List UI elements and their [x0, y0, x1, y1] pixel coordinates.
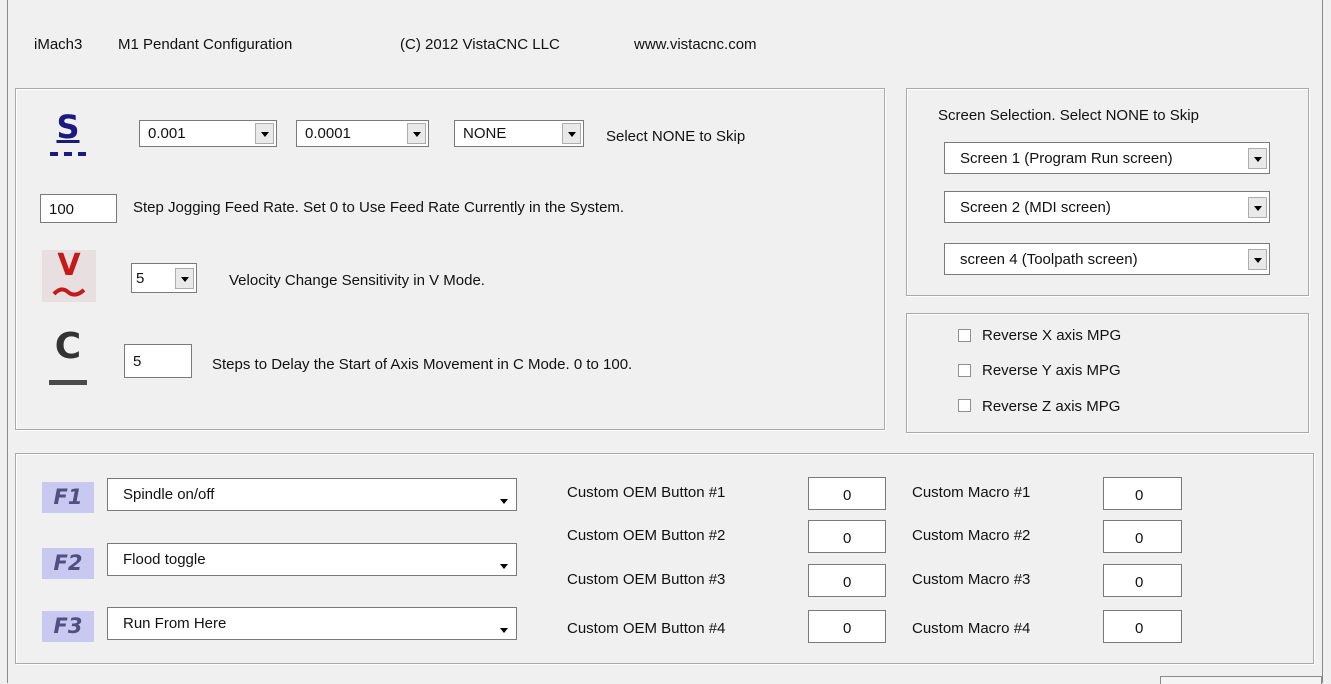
chevron-down-icon[interactable] — [1248, 148, 1267, 169]
reverse-z-label: Reverse Z axis MPG — [982, 398, 1121, 415]
chevron-down-icon[interactable] — [1248, 249, 1267, 270]
reverse-y-checkbox[interactable] — [958, 364, 971, 377]
macro-3-input[interactable]: 0 — [1103, 564, 1182, 597]
reverse-z-checkbox[interactable] — [958, 399, 971, 412]
macro-2-label: Custom Macro #2 — [912, 527, 1031, 544]
oem-button-3-label: Custom OEM Button #3 — [567, 571, 726, 588]
window-title: M1 Pendant Configuration — [118, 36, 293, 53]
screen-select-3[interactable]: screen 4 (Toolpath screen) — [944, 243, 1270, 275]
oem-button-3-value: 0 — [843, 574, 852, 591]
feed-rate-label: Step Jogging Feed Rate. Set 0 to Use Fee… — [133, 199, 625, 216]
macro-2-input[interactable]: 0 — [1103, 520, 1182, 553]
macro-4-input[interactable]: 0 — [1103, 610, 1182, 643]
screen-select-2-value: Screen 2 (MDI screen) — [960, 199, 1111, 216]
f2-key-badge: F2 — [42, 548, 94, 579]
chevron-down-icon[interactable] — [562, 123, 581, 144]
copyright: (C) 2012 VistaCNC LLC — [400, 36, 560, 53]
select-none-hint: Select NONE to Skip — [606, 128, 746, 145]
macro-1-label: Custom Macro #1 — [912, 484, 1031, 501]
f3-key-badge: F3 — [42, 611, 94, 642]
velocity-mode-icon: V — [42, 248, 96, 302]
oem-button-1-value: 0 — [843, 487, 852, 504]
step-size-combo-3-value: NONE — [463, 125, 507, 142]
oem-button-2-label: Custom OEM Button #2 — [567, 527, 726, 544]
app-name: iMach3 — [34, 36, 83, 53]
f3-action-combo[interactable]: Run From Here — [107, 607, 517, 640]
reverse-y-label: Reverse Y axis MPG — [982, 362, 1121, 379]
f2-action-combo[interactable]: Flood toggle — [107, 543, 517, 576]
f1-action-combo[interactable]: Spindle on/off — [107, 478, 517, 511]
chevron-down-icon[interactable] — [495, 620, 514, 637]
window-border-right — [1322, 0, 1323, 683]
c-mode-icon-letter: C — [54, 326, 82, 367]
velocity-sensitivity-combo[interactable]: 5 — [131, 263, 197, 293]
reverse-x-label: Reverse X axis MPG — [982, 327, 1122, 344]
screen-selection-title: Screen Selection. Select NONE to Skip — [938, 107, 1199, 124]
oem-button-1-input[interactable]: 0 — [808, 477, 886, 510]
chevron-down-icon[interactable] — [175, 268, 194, 289]
c-mode-label: Steps to Delay the Start of Axis Movemen… — [212, 356, 633, 373]
feed-rate-input[interactable]: 100 — [40, 194, 117, 223]
f1-key-badge: F1 — [42, 482, 94, 513]
macro-4-label: Custom Macro #4 — [912, 620, 1031, 637]
f2-action-value: Flood toggle — [123, 551, 206, 568]
window-border-left — [7, 0, 8, 683]
website: www.vistacnc.com — [634, 36, 757, 53]
step-mode-icon: S — [40, 108, 96, 164]
feed-rate-value: 100 — [49, 201, 75, 218]
f3-action-value: Run From Here — [123, 615, 227, 632]
velocity-sensitivity-value: 5 — [136, 270, 145, 287]
reverse-x-checkbox[interactable] — [958, 329, 971, 342]
chevron-down-icon[interactable] — [407, 123, 426, 144]
screen-select-2[interactable]: Screen 2 (MDI screen) — [944, 191, 1270, 223]
c-mode-icon: C — [40, 326, 96, 388]
step-mode-icon-letter: S — [56, 108, 80, 146]
oem-button-3-input[interactable]: 0 — [808, 564, 886, 597]
macro-3-label: Custom Macro #3 — [912, 571, 1031, 588]
velocity-mode-icon-letter: V — [57, 248, 81, 283]
screen-select-1[interactable]: Screen 1 (Program Run screen) — [944, 142, 1270, 174]
oem-button-4-label: Custom OEM Button #4 — [567, 620, 726, 637]
f1-action-value: Spindle on/off — [123, 486, 215, 503]
macro-3-value: 0 — [1135, 574, 1144, 591]
macro-2-value: 0 — [1135, 530, 1144, 547]
chevron-down-icon[interactable] — [495, 556, 514, 573]
chevron-down-icon[interactable] — [495, 491, 514, 508]
chevron-down-icon[interactable] — [255, 123, 274, 144]
screen-select-1-value: Screen 1 (Program Run screen) — [960, 150, 1173, 167]
step-size-combo-1[interactable]: 0.001 — [139, 120, 277, 147]
step-size-combo-1-value: 0.001 — [148, 125, 186, 142]
macro-4-value: 0 — [1135, 620, 1144, 637]
oem-button-2-input[interactable]: 0 — [808, 520, 886, 553]
macro-1-value: 0 — [1135, 487, 1144, 504]
step-size-combo-2[interactable]: 0.0001 — [296, 120, 429, 147]
oem-button-2-value: 0 — [843, 530, 852, 547]
chevron-down-icon[interactable] — [1248, 197, 1267, 218]
macro-1-input[interactable]: 0 — [1103, 477, 1182, 510]
step-size-combo-3[interactable]: NONE — [454, 120, 584, 147]
c-mode-delay-input[interactable]: 5 — [124, 344, 192, 378]
oem-button-4-value: 0 — [843, 620, 852, 637]
oem-button-4-input[interactable]: 0 — [808, 610, 886, 643]
velocity-label: Velocity Change Sensitivity in V Mode. — [229, 272, 485, 289]
oem-button-1-label: Custom OEM Button #1 — [567, 484, 726, 501]
screen-select-3-value: screen 4 (Toolpath screen) — [960, 251, 1138, 268]
step-size-combo-2-value: 0.0001 — [305, 125, 351, 142]
c-mode-delay-value: 5 — [133, 353, 142, 370]
